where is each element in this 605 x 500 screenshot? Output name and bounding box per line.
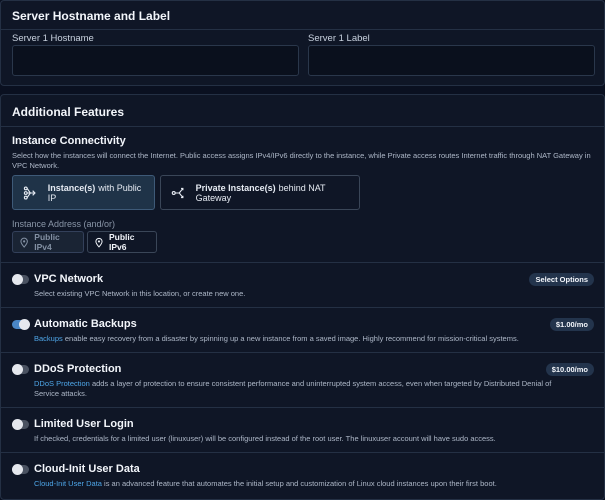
vpc-network-description-text: Select existing VPC Network in this loca… <box>34 289 246 298</box>
ddos-protection-row: DDoS Protection DDoS Protection adds a l… <box>1 352 604 407</box>
limited-user-login-toggle[interactable] <box>12 419 29 430</box>
ddos-protection-link[interactable]: DDoS Protection <box>34 379 90 388</box>
public-ip-option-button[interactable]: Instance(s) with Public IP <box>12 175 155 210</box>
ddos-protection-description: DDoS Protection adds a layer of protecti… <box>34 379 554 399</box>
hostname-panel: Server Hostname and Label Server 1 Hostn… <box>0 0 605 86</box>
hostname-field-label: Server 1 Hostname <box>12 33 94 44</box>
public-ip-option-bold: Instance(s) <box>47 182 96 193</box>
instance-address-label: Instance Address (and/or) <box>12 219 116 229</box>
ddos-price-badge: $10.00/mo <box>545 363 594 376</box>
vpc-network-description: Select existing VPC Network in this loca… <box>34 289 554 299</box>
backups-link[interactable]: Backups <box>34 334 63 343</box>
limited-user-login-row: Limited User Login If checked, credentia… <box>1 407 604 452</box>
cloud-init-description: Cloud-Init User Data is an advanced feat… <box>34 479 554 489</box>
vpc-network-toggle[interactable] <box>12 274 29 285</box>
limited-user-login-description-text: If checked, credentials for a limited us… <box>34 434 496 443</box>
location-pin-icon <box>20 237 28 248</box>
hostname-input[interactable] <box>12 45 299 76</box>
limited-user-login-description: If checked, credentials for a limited us… <box>34 434 554 444</box>
vpc-network-row: VPC Network Select existing VPC Network … <box>1 262 604 307</box>
public-network-icon <box>23 185 36 200</box>
backups-price-badge: $1.00/mo <box>549 318 594 331</box>
location-pin-icon <box>95 237 103 248</box>
public-ipv4-label: Public IPv4 <box>34 232 60 252</box>
private-nat-option-button[interactable]: Private Instance(s) behind NAT Gateway <box>160 175 360 210</box>
automatic-backups-row: Automatic Backups Backups enable easy re… <box>1 307 604 352</box>
ddos-protection-title: DDoS Protection <box>34 363 122 375</box>
automatic-backups-description: Backups enable easy recovery from a disa… <box>34 334 554 344</box>
nat-gateway-icon <box>171 187 184 198</box>
ddos-protection-toggle[interactable] <box>12 364 29 375</box>
hostname-section-title: Server Hostname and Label <box>1 1 604 30</box>
instance-connectivity-title: Instance Connectivity <box>12 135 126 147</box>
public-ipv6-chip[interactable]: Public IPv6 <box>87 231 157 253</box>
instance-connectivity-section: Instance Connectivity Select how the ins… <box>12 135 592 171</box>
limited-user-login-title: Limited User Login <box>34 418 134 430</box>
cloud-init-title: Cloud-Init User Data <box>34 463 140 475</box>
automatic-backups-toggle[interactable] <box>12 319 30 330</box>
additional-features-panel: Additional Features Instance Connectivit… <box>0 94 605 500</box>
ddos-protection-description-text: adds a layer of protection to ensure con… <box>34 379 552 399</box>
cloud-init-row: Cloud-Init User Data Cloud-Init User Dat… <box>1 452 604 499</box>
cloud-init-toggle[interactable] <box>12 464 29 475</box>
private-nat-option-bold: Private Instance(s) <box>195 182 276 193</box>
select-options-button[interactable]: Select Options <box>529 273 594 286</box>
public-ipv6-label: Public IPv6 <box>108 232 135 252</box>
public-ipv4-chip[interactable]: Public IPv4 <box>12 231 84 253</box>
label-field-label: Server 1 Label <box>308 33 370 44</box>
additional-features-title: Additional Features <box>1 95 604 127</box>
cloud-init-description-text: is an advanced feature that automates th… <box>101 479 497 488</box>
vpc-network-title: VPC Network <box>34 273 104 285</box>
label-input[interactable] <box>308 45 595 76</box>
automatic-backups-description-text: enable easy recovery from a disaster by … <box>62 334 519 343</box>
cloud-init-link[interactable]: Cloud-Init User Data <box>34 479 102 488</box>
instance-connectivity-description: Select how the instances will connect th… <box>12 151 591 171</box>
automatic-backups-title: Automatic Backups <box>34 318 137 330</box>
